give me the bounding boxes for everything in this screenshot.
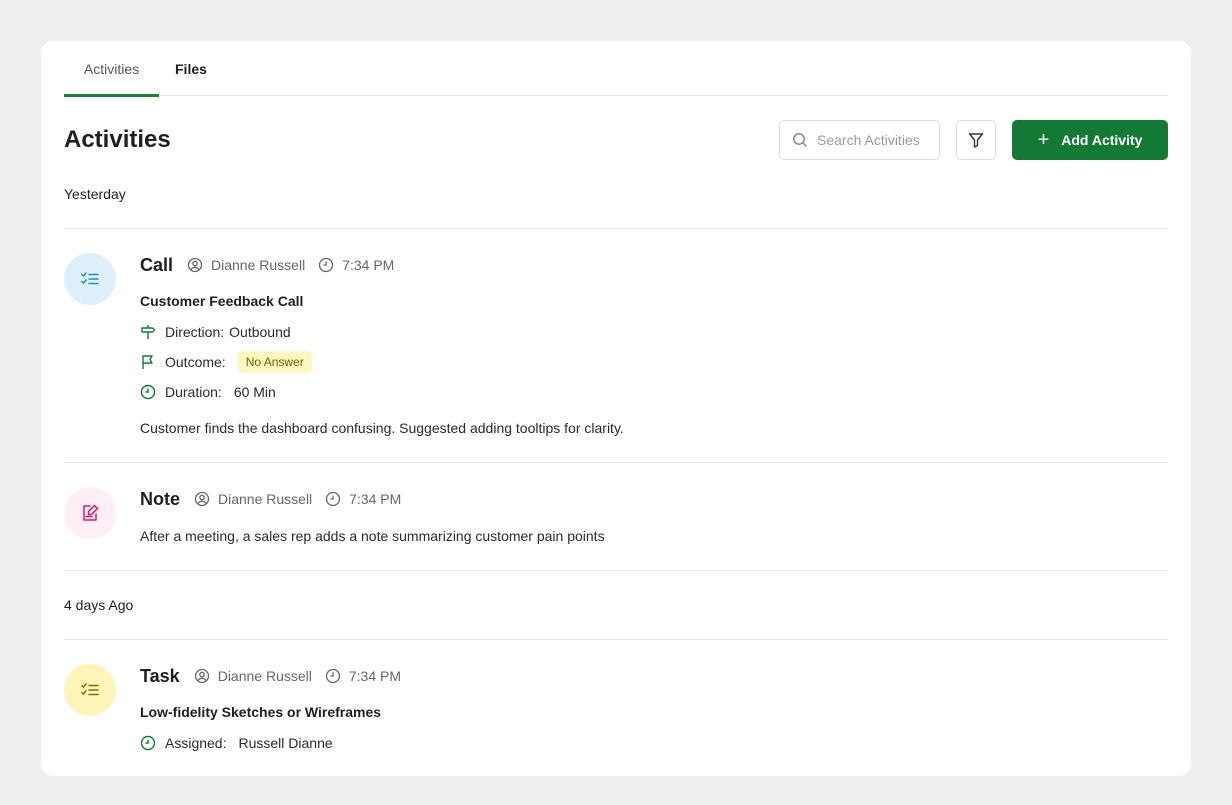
user-name: Dianne Russell: [217, 668, 312, 684]
tab-files[interactable]: Files: [159, 41, 223, 96]
activity-type: Note: [140, 488, 180, 509]
search-input[interactable]: [817, 132, 937, 148]
clock-icon: [140, 735, 156, 751]
user-name: Dianne Russell: [211, 257, 306, 273]
direction-row: Direction: Outbound: [140, 321, 291, 343]
time-text: 7:34 PM: [349, 491, 402, 507]
group-label-4-days-ago: 4 days Ago: [64, 597, 134, 613]
activity-user: Dianne Russell: [187, 257, 305, 273]
activity-type: Call: [140, 254, 174, 275]
search-icon: [792, 132, 808, 148]
add-activity-button[interactable]: + Add Activity: [1012, 120, 1168, 160]
note-avatar: [64, 487, 116, 539]
user-icon: [194, 668, 210, 684]
divider: [64, 570, 1168, 571]
user-icon: [194, 491, 210, 507]
activities-card: Activities Files Activities + Add Activi…: [41, 41, 1191, 776]
clock-icon: [325, 668, 341, 684]
activity-description: Customer finds the dashboard confusing. …: [140, 420, 624, 436]
activity-time: 7:34 PM: [325, 491, 401, 507]
call-avatar: [64, 253, 116, 305]
duration-value: 60 Min: [233, 384, 276, 400]
activity-header: Task Dianne Russell 7:34 PM: [140, 664, 401, 688]
user-icon: [187, 257, 203, 273]
flag-icon: [140, 354, 156, 370]
outcome-badge: No Answer: [237, 351, 312, 373]
divider: [64, 462, 1168, 463]
activity-description: After a meeting, a sales rep adds a note…: [140, 528, 605, 544]
note-edit-icon: [80, 503, 100, 523]
task-avatar: [64, 664, 116, 716]
assigned-row: Assigned: Russell Dianne: [140, 732, 333, 754]
activity-title: Customer Feedback Call: [140, 293, 304, 309]
filter-icon: [968, 132, 984, 148]
activity-time: 7:34 PM: [318, 257, 394, 273]
divider: [64, 639, 1168, 640]
tab-bar: Activities Files: [64, 41, 1168, 97]
assigned-label: Assigned:: [165, 735, 227, 751]
activity-header: Note Dianne Russell 7:34 PM: [140, 487, 401, 511]
add-activity-label: Add Activity: [1061, 132, 1143, 148]
activity-user: Dianne Russell: [194, 491, 312, 507]
clock-icon: [325, 491, 341, 507]
filter-button[interactable]: [956, 120, 996, 160]
activity-user: Dianne Russell: [194, 668, 312, 684]
activity-type: Task: [140, 665, 180, 686]
duration-row: Duration: 60 Min: [140, 381, 276, 403]
time-text: 7:34 PM: [348, 668, 402, 684]
user-name: Dianne Russell: [218, 491, 313, 507]
page-title: Activities: [64, 126, 171, 153]
checklist-icon: [81, 683, 99, 697]
direction-value: Outbound: [229, 324, 291, 340]
duration-label: Duration:: [165, 384, 222, 400]
activity-title: Low-fidelity Sketches or Wireframes: [140, 704, 382, 720]
checklist-icon: [81, 272, 99, 286]
signpost-icon: [140, 324, 156, 340]
plus-icon: +: [1037, 129, 1050, 151]
direction-label: Direction:: [165, 324, 225, 340]
tab-activities[interactable]: Activities: [64, 41, 159, 97]
outcome-label: Outcome:: [165, 354, 226, 370]
time-text: 7:34 PM: [342, 257, 395, 273]
activity-time: 7:34 PM: [325, 668, 401, 684]
assigned-value: Russell Dianne: [238, 735, 333, 751]
outcome-row: Outcome: No Answer: [140, 351, 312, 373]
clock-icon: [318, 257, 334, 273]
search-box[interactable]: [779, 120, 940, 160]
divider: [64, 228, 1168, 229]
activity-header: Call Dianne Russell 7:34 PM: [140, 253, 394, 277]
clock-icon: [140, 384, 156, 400]
group-label-yesterday: Yesterday: [64, 186, 126, 202]
